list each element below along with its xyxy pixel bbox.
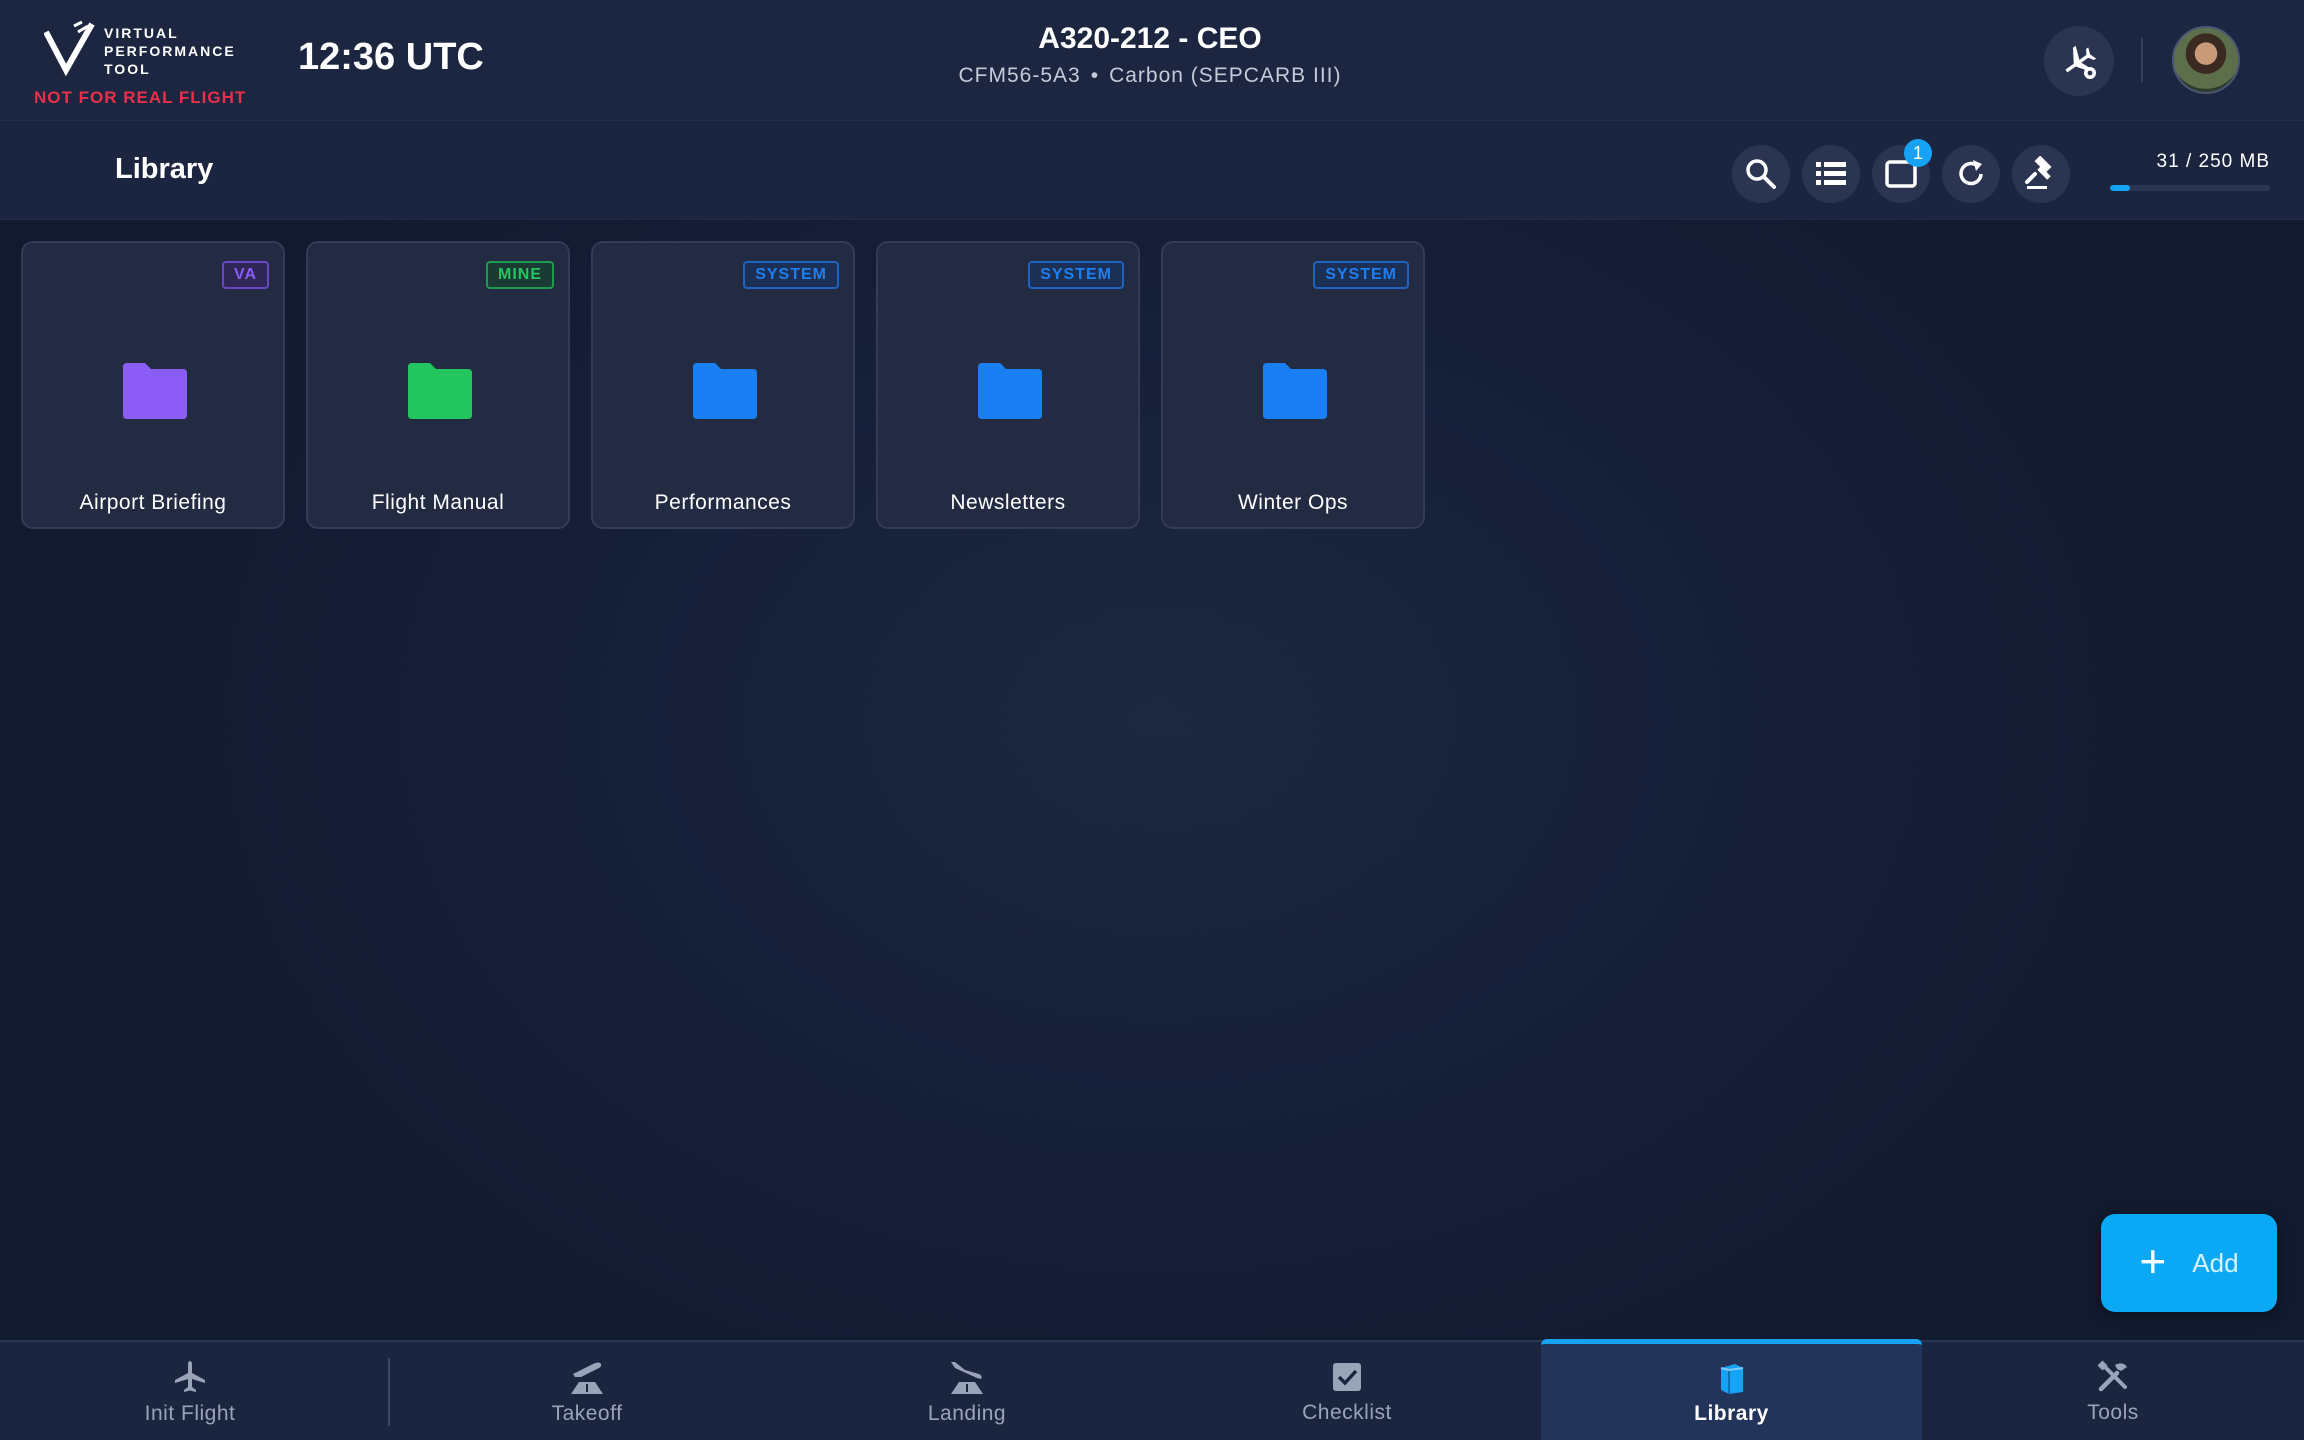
takeoff-icon bbox=[571, 1362, 603, 1394]
folder-label: Flight Manual bbox=[371, 491, 505, 514]
folder-icon bbox=[978, 363, 1042, 419]
plane-gear-icon bbox=[2065, 45, 2097, 79]
folder-tag: VA bbox=[221, 261, 269, 289]
folder-tag: SYSTEM bbox=[1028, 261, 1124, 289]
list-view-button[interactable] bbox=[1802, 145, 1860, 203]
nav-label: Landing bbox=[927, 1402, 1007, 1425]
nav-label: Library bbox=[1694, 1402, 1769, 1425]
storage-usage: 31 / 250 MB bbox=[2110, 151, 2270, 191]
vpt-logo-icon bbox=[44, 20, 95, 77]
storage-progress-bar bbox=[2110, 185, 2270, 191]
brake-type: Carbon (SEPCARB III) bbox=[1109, 64, 1342, 87]
list-view-icon bbox=[1816, 162, 1846, 185]
nav-label: Checklist bbox=[1302, 1401, 1392, 1424]
folder-tag: SYSTEM bbox=[743, 261, 839, 289]
nav-checklist[interactable]: Checklist bbox=[1157, 1342, 1537, 1440]
folder-airport-briefing[interactable]: VA Airport Briefing bbox=[21, 241, 285, 529]
logo-text: VIRTUAL PERFORMANCE TOOL bbox=[104, 25, 236, 77]
folder-tag: MINE bbox=[486, 261, 554, 289]
gavel-icon bbox=[2025, 156, 2052, 189]
folder-tag: SYSTEM bbox=[1313, 261, 1409, 289]
folder-flight-manual[interactable]: MINE Flight Manual bbox=[306, 241, 570, 529]
app-logo: VIRTUAL PERFORMANCE TOOL NOT FOR REAL FL… bbox=[34, 16, 247, 112]
aircraft-info[interactable]: A320-212 - CEO CFM56-5A3 • Carbon (SEPCARB… bbox=[850, 22, 1450, 88]
nav-takeoff[interactable]: Takeoff bbox=[397, 1342, 777, 1440]
nav-library[interactable]: Library bbox=[1541, 1339, 1922, 1440]
folder-label: Performances bbox=[654, 491, 792, 514]
folder-label: Newsletters bbox=[950, 491, 1066, 514]
nav-init-flight[interactable]: Init Flight bbox=[0, 1342, 380, 1440]
add-button[interactable]: + Add bbox=[2101, 1214, 2277, 1312]
top-header: VIRTUAL PERFORMANCE TOOL NOT FOR REAL FL… bbox=[0, 0, 2304, 121]
aircraft-settings-button[interactable] bbox=[2044, 26, 2114, 96]
folder-icon bbox=[123, 363, 187, 419]
library-icon bbox=[1720, 1364, 1743, 1394]
checklist-icon bbox=[1333, 1363, 1361, 1391]
nav-landing[interactable]: Landing bbox=[777, 1342, 1157, 1440]
folder-icon bbox=[693, 363, 757, 419]
not-for-real-flight-warning: NOT FOR REAL FLIGHT bbox=[34, 88, 247, 107]
tools-icon bbox=[2097, 1360, 2127, 1392]
add-button-label: Add bbox=[2192, 1247, 2239, 1278]
selection-count-badge: 1 bbox=[1904, 139, 1932, 167]
folder-icon bbox=[1263, 363, 1327, 419]
search-icon bbox=[1746, 159, 1776, 189]
nav-separator bbox=[388, 1358, 390, 1426]
user-avatar[interactable] bbox=[2172, 26, 2240, 94]
nav-label: Tools bbox=[2087, 1401, 2139, 1424]
engine-type: CFM56-5A3 bbox=[958, 64, 1081, 87]
page-title: Library bbox=[115, 153, 214, 185]
separator-dot: • bbox=[1090, 64, 1100, 87]
plus-icon: + bbox=[2139, 1235, 2167, 1287]
storage-text: 31 / 250 MB bbox=[2156, 151, 2270, 172]
landing-icon bbox=[951, 1362, 983, 1394]
bottom-navigation: Init Flight Takeoff Landing Checklist Li bbox=[0, 1339, 2304, 1440]
nav-label: Init Flight bbox=[144, 1402, 236, 1425]
folder-performances[interactable]: SYSTEM Performances bbox=[591, 241, 855, 529]
aircraft-title: A320-212 - CEO bbox=[1038, 22, 1262, 55]
folder-label: Winter Ops bbox=[1237, 491, 1349, 514]
refresh-button[interactable] bbox=[1942, 145, 2000, 203]
nav-label: Takeoff bbox=[551, 1402, 623, 1425]
refresh-icon bbox=[1959, 160, 1983, 186]
folder-icon bbox=[408, 363, 472, 419]
folder-newsletters[interactable]: SYSTEM Newsletters bbox=[876, 241, 1140, 529]
library-toolbar: Library 1 31 / 250 MB bbox=[0, 121, 2304, 220]
gavel-button[interactable] bbox=[2012, 145, 2070, 203]
nav-tools[interactable]: Tools bbox=[1922, 1342, 2304, 1440]
selection-button[interactable]: 1 bbox=[1872, 139, 1932, 203]
plane-icon bbox=[175, 1361, 205, 1392]
storage-progress-fill bbox=[2110, 185, 2130, 191]
header-divider bbox=[2141, 38, 2143, 82]
aircraft-subtitle: CFM56-5A3 • Carbon (SEPCARB III) bbox=[850, 64, 1450, 88]
search-button[interactable] bbox=[1732, 145, 1790, 203]
utc-clock: 12:36 UTC bbox=[298, 36, 484, 78]
folder-label: Airport Briefing bbox=[79, 491, 227, 514]
folder-winter-ops[interactable]: SYSTEM Winter Ops bbox=[1161, 241, 1425, 529]
